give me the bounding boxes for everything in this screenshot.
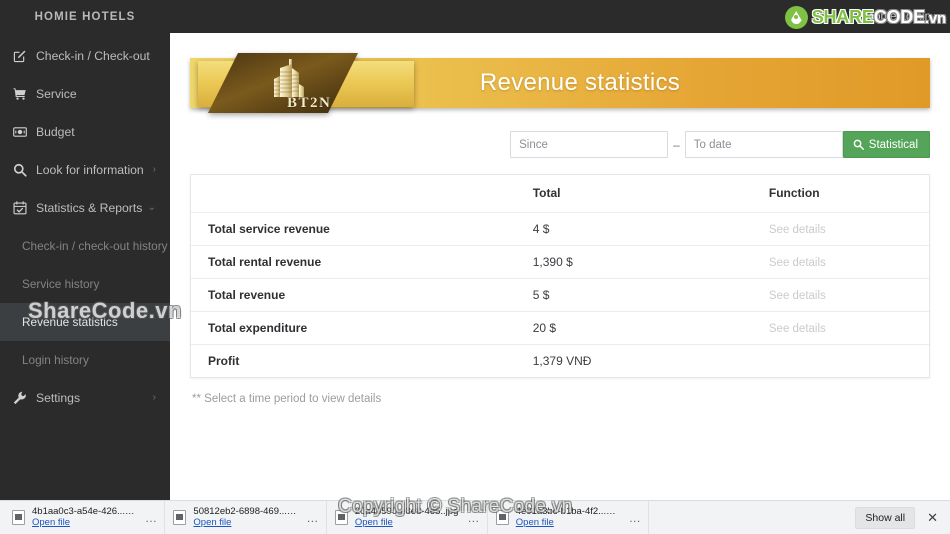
file-icon bbox=[495, 510, 509, 525]
sidebar-subitem-label: Check-in / check-out history bbox=[22, 239, 168, 253]
welcome-text: Welcome admin bbox=[848, 10, 931, 23]
calendar-check-icon bbox=[13, 201, 29, 215]
file-icon bbox=[334, 510, 348, 525]
date-filter-bar: – Statistical bbox=[190, 131, 930, 158]
sidebar: HOMIE HOTELS Check-in / Check-out Servic… bbox=[0, 0, 170, 534]
download-menu-icon[interactable]: … bbox=[306, 511, 319, 525]
sidebar-subitem-label: Service history bbox=[22, 277, 100, 291]
revenue-table-panel: Total Function Total service revenue 4 $… bbox=[190, 174, 930, 378]
caret-down-icon: ▾ bbox=[933, 12, 938, 22]
download-item[interactable]: 20a48590-e8e8-4e5..jpg Open file … bbox=[327, 500, 488, 534]
sidebar-item-label: Service bbox=[36, 87, 77, 101]
download-file-name: 4e91a3bc-b1ba-4f2...png bbox=[515, 506, 620, 517]
chevron-down-icon: ⌄ bbox=[147, 202, 156, 213]
row-label: Total rental revenue bbox=[208, 254, 322, 269]
col-header-name bbox=[191, 175, 516, 212]
cart-icon bbox=[13, 87, 29, 101]
sidebar-subitem-label: Login history bbox=[22, 353, 89, 367]
sidebar-item-look-for-information[interactable]: Look for information › bbox=[0, 151, 170, 189]
see-details-link[interactable]: See details bbox=[769, 290, 826, 302]
download-item[interactable]: 4e91a3bc-b1ba-4f2...png Open file … bbox=[488, 500, 650, 534]
table-body: Total service revenue 4 $ See details To… bbox=[191, 212, 929, 377]
download-file-name: 20a48590-e8e8-4e5..jpg bbox=[354, 506, 459, 517]
select-period-note: ** Select a time period to view details bbox=[192, 393, 382, 405]
app-root: HOMIE HOTELS Check-in / Check-out Servic… bbox=[0, 0, 950, 534]
download-menu-icon[interactable]: … bbox=[145, 511, 158, 525]
main-content: Welcome admin ▾ Revenue statistics BT2N … bbox=[170, 0, 950, 534]
money-icon bbox=[13, 126, 29, 138]
table-row: Total service revenue 4 $ See details bbox=[191, 212, 929, 245]
wrench-icon bbox=[13, 391, 29, 405]
download-item[interactable]: 4b1aa0c3-a54e-426...png Open file … bbox=[4, 500, 166, 534]
open-file-link[interactable]: Open file bbox=[355, 517, 459, 529]
statistical-button-label: Statistical bbox=[868, 138, 918, 151]
col-header-total: Total bbox=[532, 186, 561, 201]
sidebar-item-label: Check-in / Check-out bbox=[36, 49, 150, 63]
open-file-link[interactable]: Open file bbox=[193, 517, 297, 529]
sidebar-item-checkin-checkout[interactable]: Check-in / Check-out bbox=[0, 37, 170, 75]
download-bar: 4b1aa0c3-a54e-426...png Open file … 5081… bbox=[0, 500, 950, 534]
sidebar-item-label: Budget bbox=[36, 125, 75, 139]
edit-square-icon bbox=[13, 49, 29, 63]
close-download-bar-icon[interactable]: ✕ bbox=[925, 510, 946, 526]
see-details-link[interactable]: See details bbox=[769, 257, 826, 269]
row-total: 20 $ bbox=[532, 320, 557, 335]
to-date-input[interactable] bbox=[684, 131, 843, 158]
download-file-name: 4b1aa0c3-a54e-426...png bbox=[32, 506, 136, 517]
show-all-downloads-button[interactable]: Show all bbox=[855, 506, 916, 529]
sidebar-item-label: Settings bbox=[36, 391, 81, 405]
open-file-link[interactable]: Open file bbox=[32, 517, 136, 529]
sidebar-subitem-label: Revenue statistics bbox=[22, 315, 118, 329]
brand-title: HOMIE HOTELS bbox=[0, 0, 170, 33]
download-item[interactable]: 50812eb2-6898-469....png Open file … bbox=[165, 500, 327, 534]
sidebar-subitem-login-history[interactable]: Login history bbox=[0, 341, 170, 379]
row-label: Total service revenue bbox=[208, 221, 330, 236]
table-row: Total revenue 5 $ See details bbox=[191, 278, 929, 311]
row-total: 5 $ bbox=[532, 287, 550, 302]
chevron-right-icon: › bbox=[152, 164, 156, 175]
file-icon bbox=[173, 510, 187, 525]
sidebar-subitem-revenue-statistics[interactable]: Revenue statistics bbox=[0, 303, 170, 341]
statistical-button[interactable]: Statistical bbox=[842, 131, 930, 158]
see-details-link[interactable]: See details bbox=[769, 323, 826, 335]
download-menu-icon[interactable]: … bbox=[467, 511, 480, 525]
sidebar-item-statistics-reports[interactable]: Statistics & Reports ⌄ bbox=[0, 189, 170, 227]
chevron-right-icon: › bbox=[152, 392, 156, 403]
welcome-user-menu[interactable]: Welcome admin ▾ bbox=[849, 11, 938, 23]
row-label: Total revenue bbox=[208, 287, 286, 302]
row-label: Total expenditure bbox=[208, 320, 308, 335]
revenue-table: Total Function Total service revenue 4 $… bbox=[191, 175, 929, 377]
download-menu-icon[interactable]: … bbox=[629, 511, 642, 525]
bt2n-logo: BT2N bbox=[198, 53, 414, 113]
sidebar-subitem-service-history[interactable]: Service history bbox=[0, 265, 170, 303]
file-icon bbox=[12, 510, 25, 525]
sidebar-nav: Check-in / Check-out Service Budget Look… bbox=[0, 33, 170, 417]
table-head: Total Function bbox=[191, 175, 929, 212]
sidebar-item-settings[interactable]: Settings › bbox=[0, 379, 170, 417]
download-file-name: 50812eb2-6898-469....png bbox=[193, 506, 298, 517]
row-total: 1,379 VNĐ bbox=[532, 353, 592, 368]
row-total: 4 $ bbox=[532, 221, 550, 236]
search-icon bbox=[853, 139, 864, 150]
open-file-link[interactable]: Open file bbox=[516, 517, 620, 529]
table-row: Profit 1,379 VNĐ bbox=[191, 344, 929, 377]
sidebar-item-service[interactable]: Service bbox=[0, 75, 170, 113]
table-row: Total expenditure 20 $ See details bbox=[191, 311, 929, 344]
row-total: 1,390 $ bbox=[532, 254, 573, 269]
page-banner: Revenue statistics BT2N bbox=[190, 51, 930, 115]
sidebar-item-budget[interactable]: Budget bbox=[0, 113, 170, 151]
sidebar-item-label: Statistics & Reports bbox=[36, 201, 143, 215]
logo-text: BT2N bbox=[287, 95, 331, 111]
date-range-separator: – bbox=[673, 137, 680, 152]
sidebar-item-label: Look for information bbox=[36, 163, 144, 177]
table-header-row: Total Function bbox=[191, 175, 929, 212]
search-icon bbox=[13, 163, 29, 177]
topbar: Welcome admin ▾ bbox=[170, 0, 950, 33]
since-date-input[interactable] bbox=[510, 131, 669, 158]
see-details-link[interactable]: See details bbox=[769, 224, 826, 236]
row-label: Profit bbox=[208, 353, 240, 368]
sidebar-subitem-checkin-checkout-history[interactable]: Check-in / check-out history bbox=[0, 227, 170, 265]
table-row: Total rental revenue 1,390 $ See details bbox=[191, 245, 929, 278]
col-header-function: Function bbox=[768, 186, 820, 201]
